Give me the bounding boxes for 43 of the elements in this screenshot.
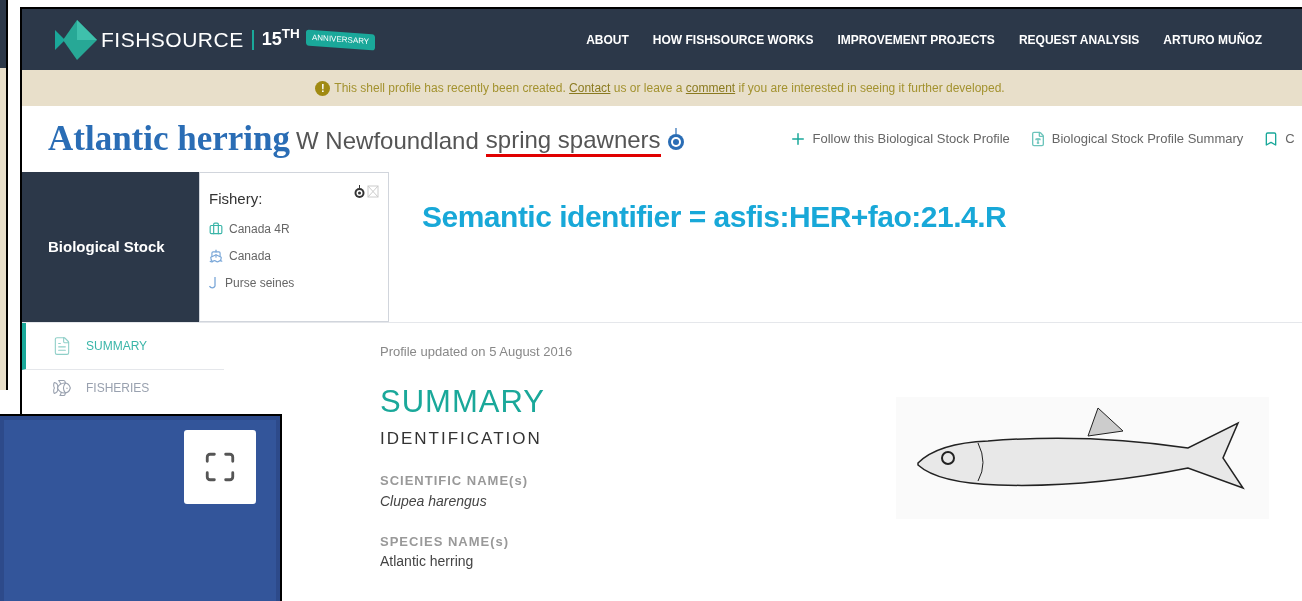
brand-name: FISHSOURCE — [101, 26, 244, 53]
underlined-stock-name: spring spawners — [485, 125, 661, 157]
notice-link[interactable]: comment — [685, 81, 736, 95]
profile-action-link[interactable]: C — [1263, 129, 1295, 149]
field-value: Clupea harengus — [380, 491, 488, 511]
fishery-item: Canada 4R — [229, 220, 290, 238]
fullscreen-icon — [203, 450, 237, 484]
briefcase-icon — [209, 221, 223, 236]
document-icon — [1029, 131, 1046, 147]
profile-action-link[interactable]: Biological Stock Profile Summary — [1029, 129, 1244, 149]
document-icon — [52, 336, 72, 356]
anniversary-number: 15$^{TH}$ — [261, 26, 300, 51]
nav-link[interactable]: REQUEST ANALYSIS — [1018, 30, 1140, 49]
nav-link[interactable]: ARTURO MUÑOZ — [1163, 30, 1262, 49]
notice-text: This shell profile has recently been created. Contact us or leave a comment if you are interested in seeing it further developed. — [334, 80, 1005, 97]
fish-icon — [52, 378, 72, 398]
warning-icon: ! — [315, 80, 331, 96]
field-value: Atlantic herring — [380, 552, 475, 571]
section-heading: SUMMARY — [380, 383, 546, 420]
hook-icon — [209, 275, 219, 290]
anniversary-ribbon: ANNIVERSARY — [305, 29, 375, 50]
nav-link[interactable]: ABOUT — [586, 30, 629, 49]
nav-link[interactable]: IMPROVEMENT PROJECTS — [837, 30, 995, 49]
nav-link[interactable]: HOW FISHSOURCE WORKS — [652, 30, 814, 49]
subsection-heading: IDENTIFICATION — [380, 427, 543, 450]
field-label: SPECIES NAME(s) — [380, 532, 511, 551]
fishery-heading: Fishery: — [209, 189, 263, 209]
boat-icon — [209, 248, 223, 263]
crossed-icon — [367, 185, 379, 198]
species-title: Atlantic herring — [48, 117, 291, 160]
update-date: Profile updated on 5 August 2016 — [380, 343, 574, 361]
annotation-text: Semantic identifier = asfis:HER+fao:21.4.R — [422, 200, 1007, 233]
profile-action-link[interactable]: Follow this Biological Stock Profile — [788, 129, 1010, 149]
fish-logo-icon — [55, 19, 97, 60]
stock-block-label: Biological Stock — [48, 236, 165, 257]
field-label: SCIENTIFIC NAME(s) — [380, 472, 529, 490]
target-icon — [666, 127, 685, 151]
fullscreen-button[interactable] — [184, 430, 256, 504]
notice-link[interactable]: Contact — [569, 81, 611, 95]
stock-name: W Newfoundland — [296, 126, 479, 156]
fishery-item: Purse seines — [225, 274, 295, 292]
fishery-item: Canada — [229, 247, 272, 265]
target-icon — [354, 185, 365, 198]
